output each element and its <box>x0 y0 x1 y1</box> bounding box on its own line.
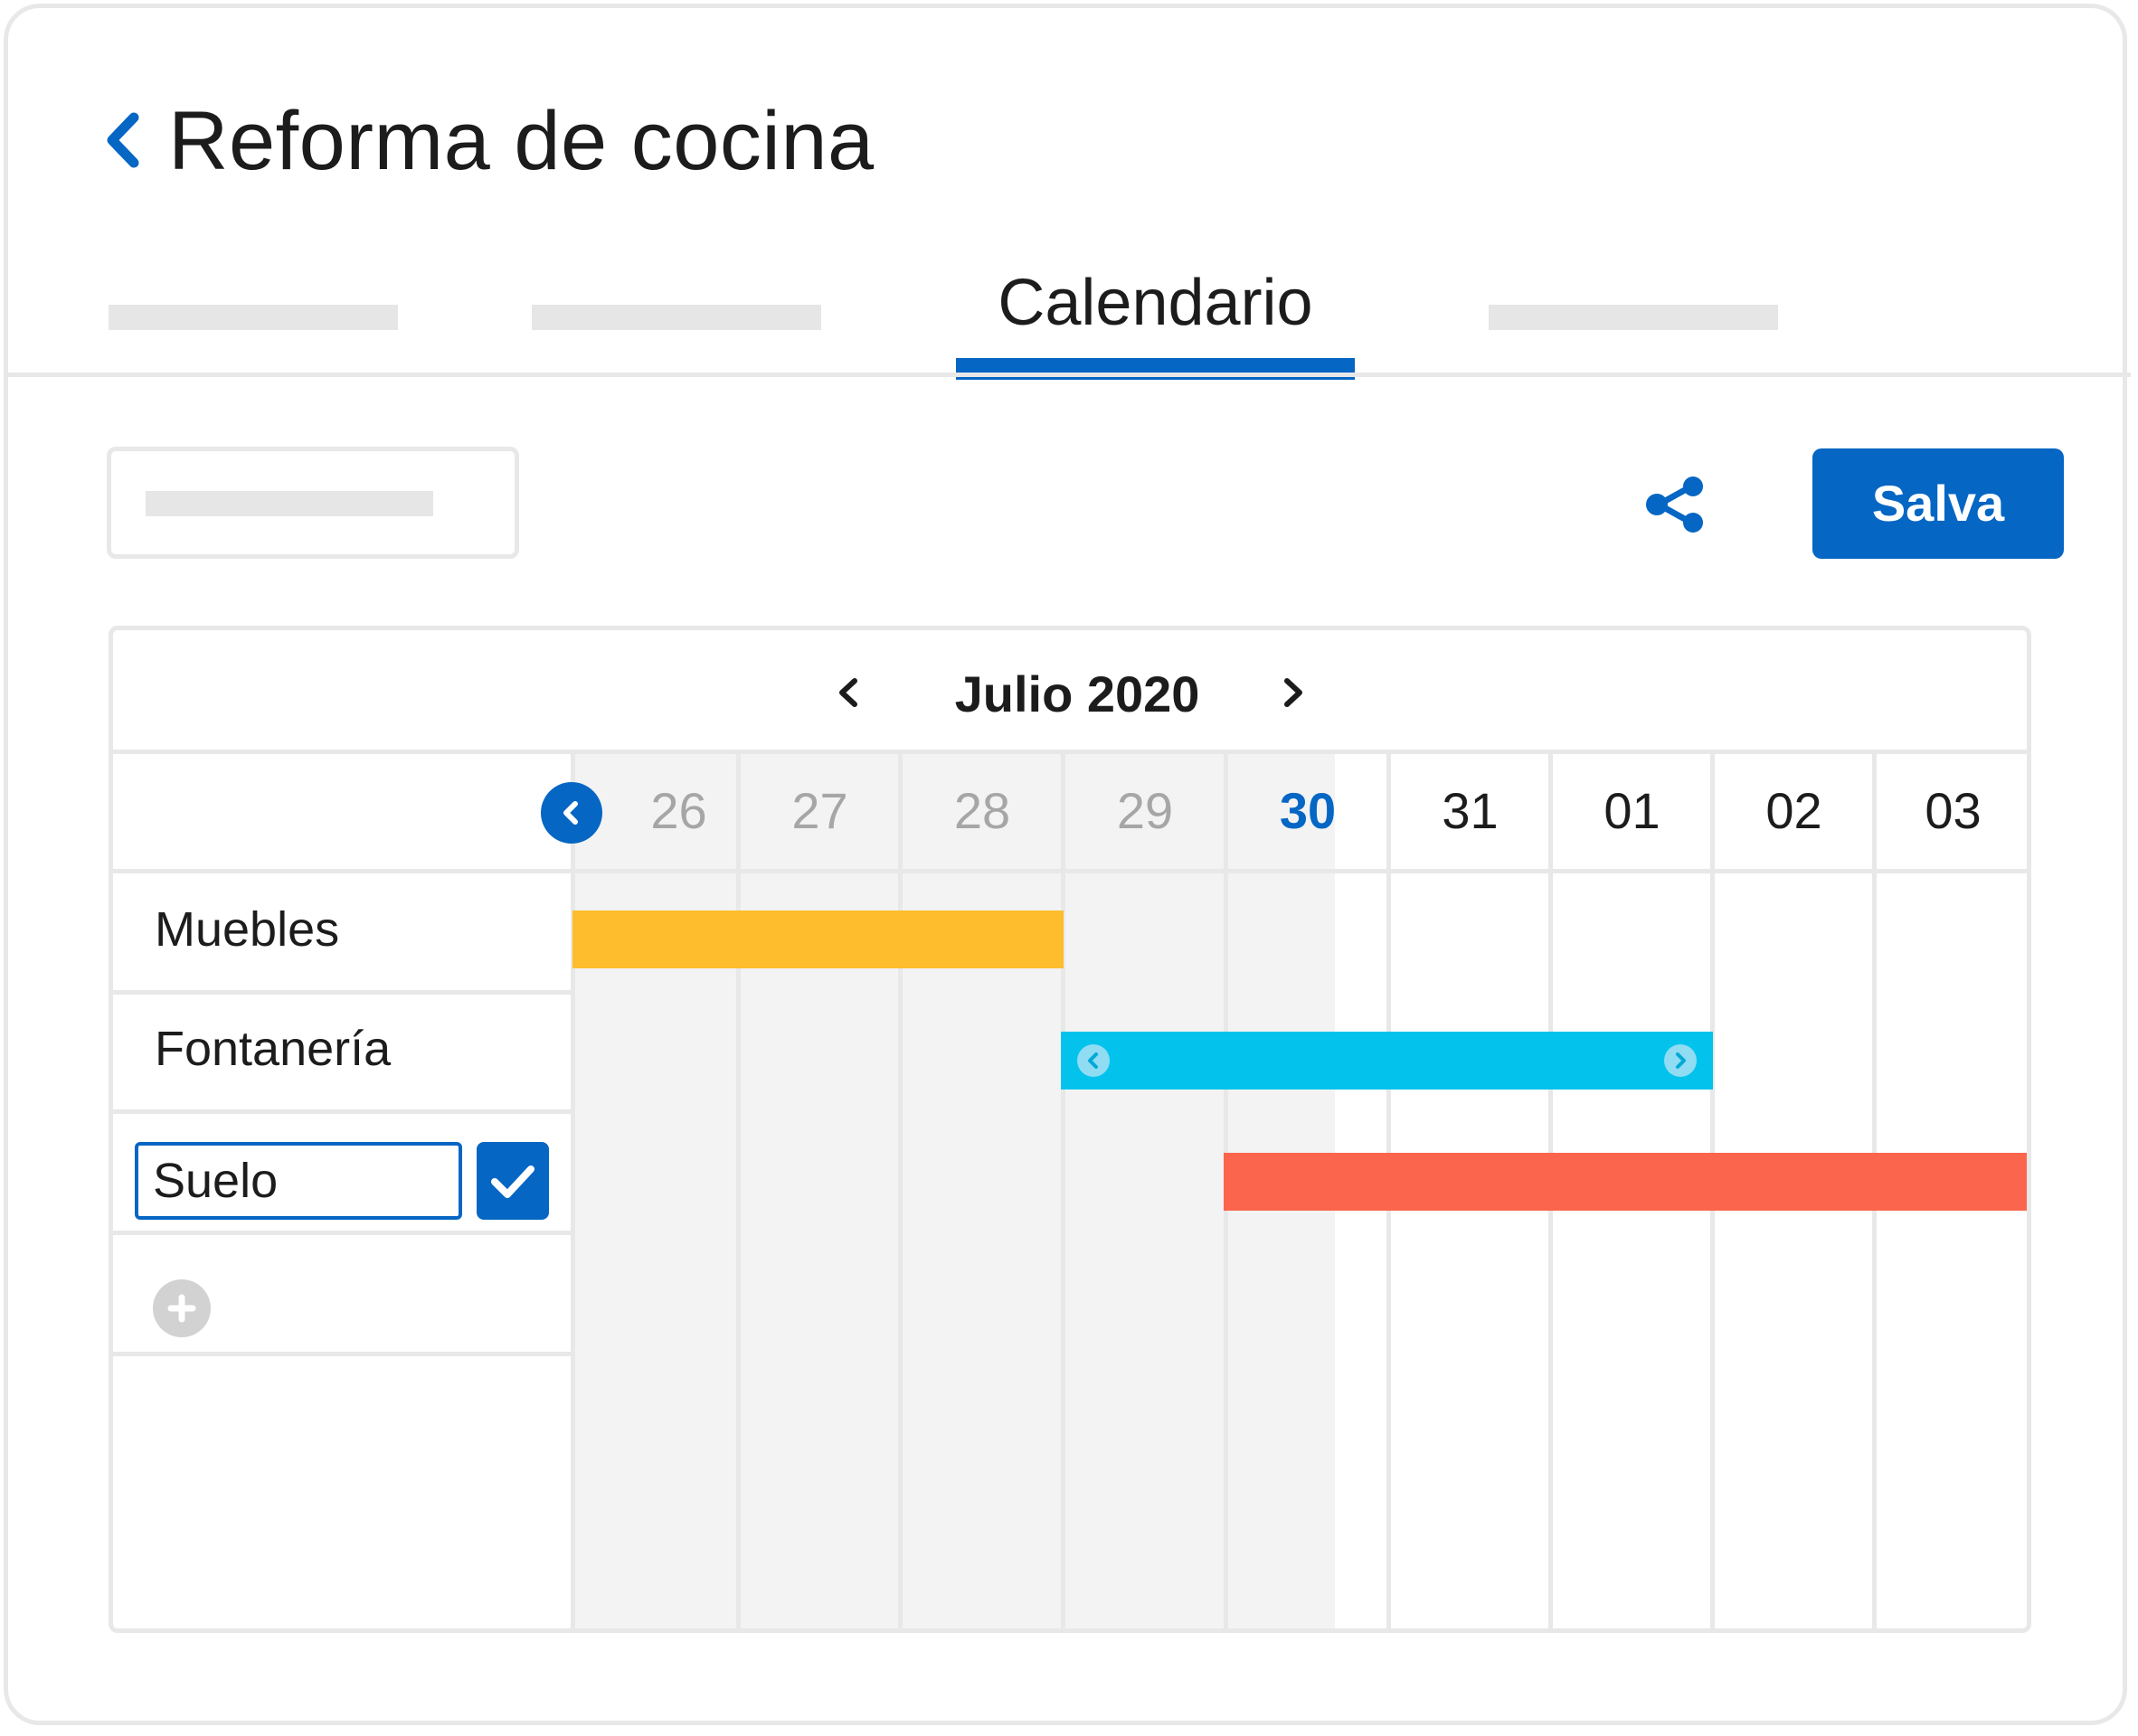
tab-calendario[interactable]: Calendario <box>956 253 1355 380</box>
day-label-29[interactable]: 29 <box>1068 775 1222 847</box>
tab-divider <box>7 373 2131 377</box>
task-label-muebles[interactable]: Muebles <box>155 898 339 961</box>
day-column-divider <box>898 750 903 1628</box>
tab-placeholder-2[interactable] <box>532 305 821 330</box>
day-label-30[interactable]: 30 <box>1231 775 1385 847</box>
day-label-28[interactable]: 28 <box>905 775 1059 847</box>
scroll-back-button[interactable] <box>541 782 602 844</box>
day-header-divider <box>113 869 2027 873</box>
row-divider <box>113 1231 571 1235</box>
tab-placeholder-1[interactable] <box>109 305 398 330</box>
day-column-divider <box>1061 750 1065 1628</box>
day-label-03[interactable]: 03 <box>1877 775 2028 847</box>
calendar-panel: Julio 2020 26 27 28 29 30 31 01 02 03 Muebles Fo… <box>109 626 2031 1633</box>
confirm-button[interactable] <box>477 1142 549 1220</box>
save-button[interactable]: Salva <box>1812 448 2064 559</box>
day-label-27[interactable]: 27 <box>743 775 897 847</box>
task-column-divider <box>571 750 575 1628</box>
task-bar-muebles[interactable] <box>572 910 1064 968</box>
day-label-26[interactable]: 26 <box>602 775 756 847</box>
past-days-shade <box>575 754 1335 1628</box>
month-row-divider <box>113 750 2027 754</box>
tab-calendario-label: Calendario <box>998 267 1313 339</box>
day-column-divider <box>736 750 741 1628</box>
resize-handle-left-icon[interactable] <box>1077 1044 1110 1077</box>
row-divider <box>113 1352 571 1356</box>
month-label: Julio 2020 <box>954 665 1200 722</box>
add-task-button[interactable] <box>153 1279 211 1337</box>
check-icon <box>491 1165 534 1198</box>
row-divider <box>113 1109 571 1114</box>
page-title: Reforma de cocina <box>168 95 875 187</box>
task-bar-suelo[interactable] <box>1224 1153 2027 1211</box>
plus-icon <box>167 1294 196 1323</box>
tab-placeholder-3[interactable] <box>1489 305 1778 330</box>
search-placeholder-bar <box>146 491 433 516</box>
task-label-fontaneria[interactable]: Fontanería <box>155 1017 391 1080</box>
next-month-button[interactable] <box>1276 661 1312 724</box>
row-divider <box>113 990 571 995</box>
back-chevron-icon[interactable] <box>101 108 147 172</box>
task-bar-fontanera[interactable] <box>1061 1032 1713 1090</box>
share-icon[interactable] <box>1644 476 1708 533</box>
task-name-input[interactable]: Suelo <box>135 1142 462 1220</box>
search-input[interactable] <box>107 447 519 559</box>
prev-month-button[interactable] <box>829 661 866 724</box>
resize-handle-right-icon[interactable] <box>1664 1044 1697 1077</box>
day-label-02[interactable]: 02 <box>1717 775 1871 847</box>
day-label-31[interactable]: 31 <box>1394 775 1547 847</box>
day-label-01[interactable]: 01 <box>1556 775 1709 847</box>
